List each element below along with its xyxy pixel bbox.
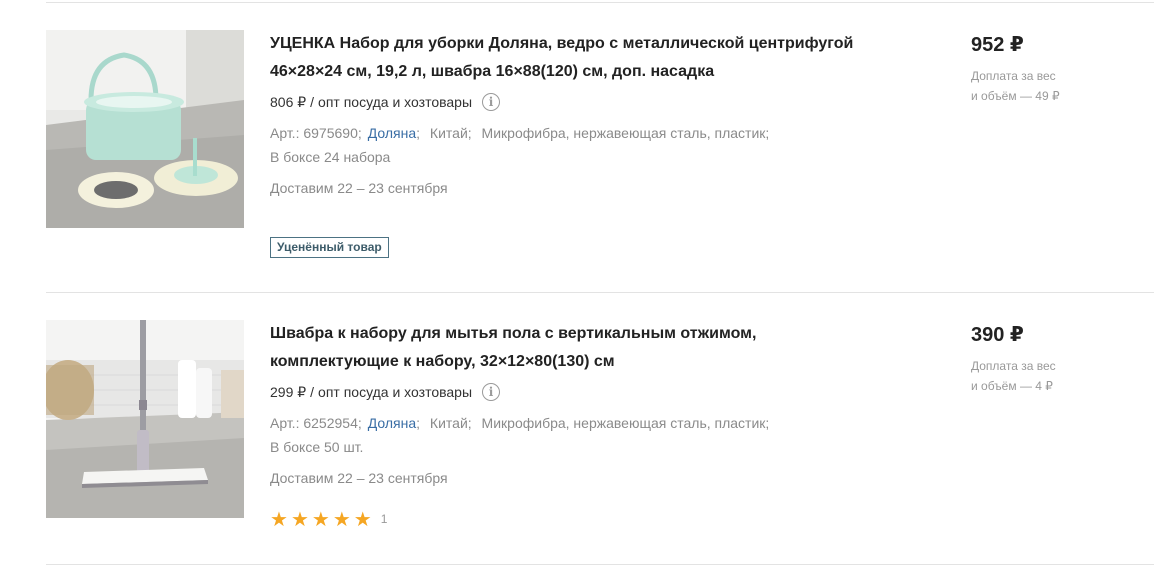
article-number: Арт.: 6252954; [270, 415, 362, 431]
brand-link[interactable]: Доляна [368, 125, 416, 141]
star-icon: ★ [353, 507, 372, 531]
star-icon: ★ [332, 507, 351, 531]
wholesale-price-row: 299 ₽ / опт посуда и хозтовары i [270, 382, 910, 402]
surcharge-line: и объём — 49 ₽ [971, 89, 1060, 103]
wholesale-category: опт посуда и хозтовары [318, 384, 473, 400]
surcharge-line: и объём — 4 ₽ [971, 379, 1053, 393]
star-icon: ★ [311, 507, 330, 531]
product-title-line: УЦЕНКА Набор для уборки Доляна, ведро с … [270, 35, 854, 52]
price: 952 ₽ [971, 34, 1024, 56]
wholesale-category: опт посуда и хозтовары [318, 94, 473, 110]
product-info: УЦЕНКА Набор для уборки Доляна, ведро с … [270, 30, 910, 258]
wholesale-price-row: 806 ₽ / опт посуда и хозтовары i [270, 92, 910, 112]
wholesale-separator: / [310, 94, 315, 110]
surcharge-line: Доплата за вес [971, 69, 1056, 83]
flat-mop-image [46, 320, 244, 518]
product-image[interactable] [46, 320, 244, 518]
bottom-divider [46, 564, 1154, 565]
info-icon[interactable]: i [482, 93, 501, 111]
article-number: Арт.: 6975690; [270, 125, 362, 141]
top-divider [46, 2, 1154, 3]
box-quantity: В боксе 24 набора [270, 149, 391, 165]
materials: Микрофибра, нержавеющая сталь, пластик; [481, 415, 770, 431]
middle-divider [46, 292, 1154, 293]
country: Китай; [429, 415, 472, 431]
product-title[interactable]: Швабра к набору для мытья пола с вертика… [270, 320, 910, 376]
delivery-date: Доставим 22 – 23 сентября [270, 470, 448, 486]
wholesale-price: 299 ₽ [270, 384, 307, 400]
surcharge-line: Доплата за вес [971, 359, 1056, 373]
brand-link[interactable]: Доляна [368, 415, 416, 431]
info-icon[interactable]: i [482, 383, 501, 401]
price: 390 ₽ [971, 324, 1024, 346]
country: Китай; [429, 125, 472, 141]
mop-bucket-set-image [46, 30, 244, 228]
star-icon: ★ [270, 507, 288, 531]
surcharge-note: Доплата за вес и объём — 4 ₽ [971, 356, 1131, 396]
product-title-line: Швабра к набору для мытья пола с вертика… [270, 325, 757, 342]
product-info: Швабра к набору для мытья пола с вертика… [270, 320, 910, 529]
price-column: 952 ₽ Доплата за вес и объём — 49 ₽ [971, 30, 1131, 106]
product-title[interactable]: УЦЕНКА Набор для уборки Доляна, ведро с … [270, 30, 910, 86]
product-attributes: Арт.: 6252954; Доляна; Китай; Микрофибра,… [270, 411, 910, 459]
materials: Микрофибра, нержавеющая сталь, пластик; [481, 125, 770, 141]
rating[interactable]: ★ ★ ★ ★ ★ 1 [270, 509, 910, 529]
box-quantity: В боксе 50 шт. [270, 439, 364, 455]
surcharge-note: Доплата за вес и объём — 49 ₽ [971, 66, 1131, 106]
delivery-date: Доставим 22 – 23 сентября [270, 180, 448, 196]
star-icon: ★ [290, 507, 309, 531]
wholesale-separator: / [310, 384, 315, 400]
discounted-badge: Уценённый товар [270, 237, 389, 258]
rating-count[interactable]: 1 [381, 512, 388, 526]
wholesale-price: 806 ₽ [270, 94, 307, 110]
product-title-line: 46×28×24 см, 19,2 л, швабра 16×88(120) с… [270, 63, 715, 80]
price-column: 390 ₽ Доплата за вес и объём — 4 ₽ [971, 320, 1131, 396]
product-title-line: комплектующие к набору, 32×12×80(130) см [270, 353, 615, 370]
product-image[interactable] [46, 30, 244, 228]
product-attributes: Арт.: 6975690; Доляна; Китай; Микрофибра,… [270, 121, 910, 169]
